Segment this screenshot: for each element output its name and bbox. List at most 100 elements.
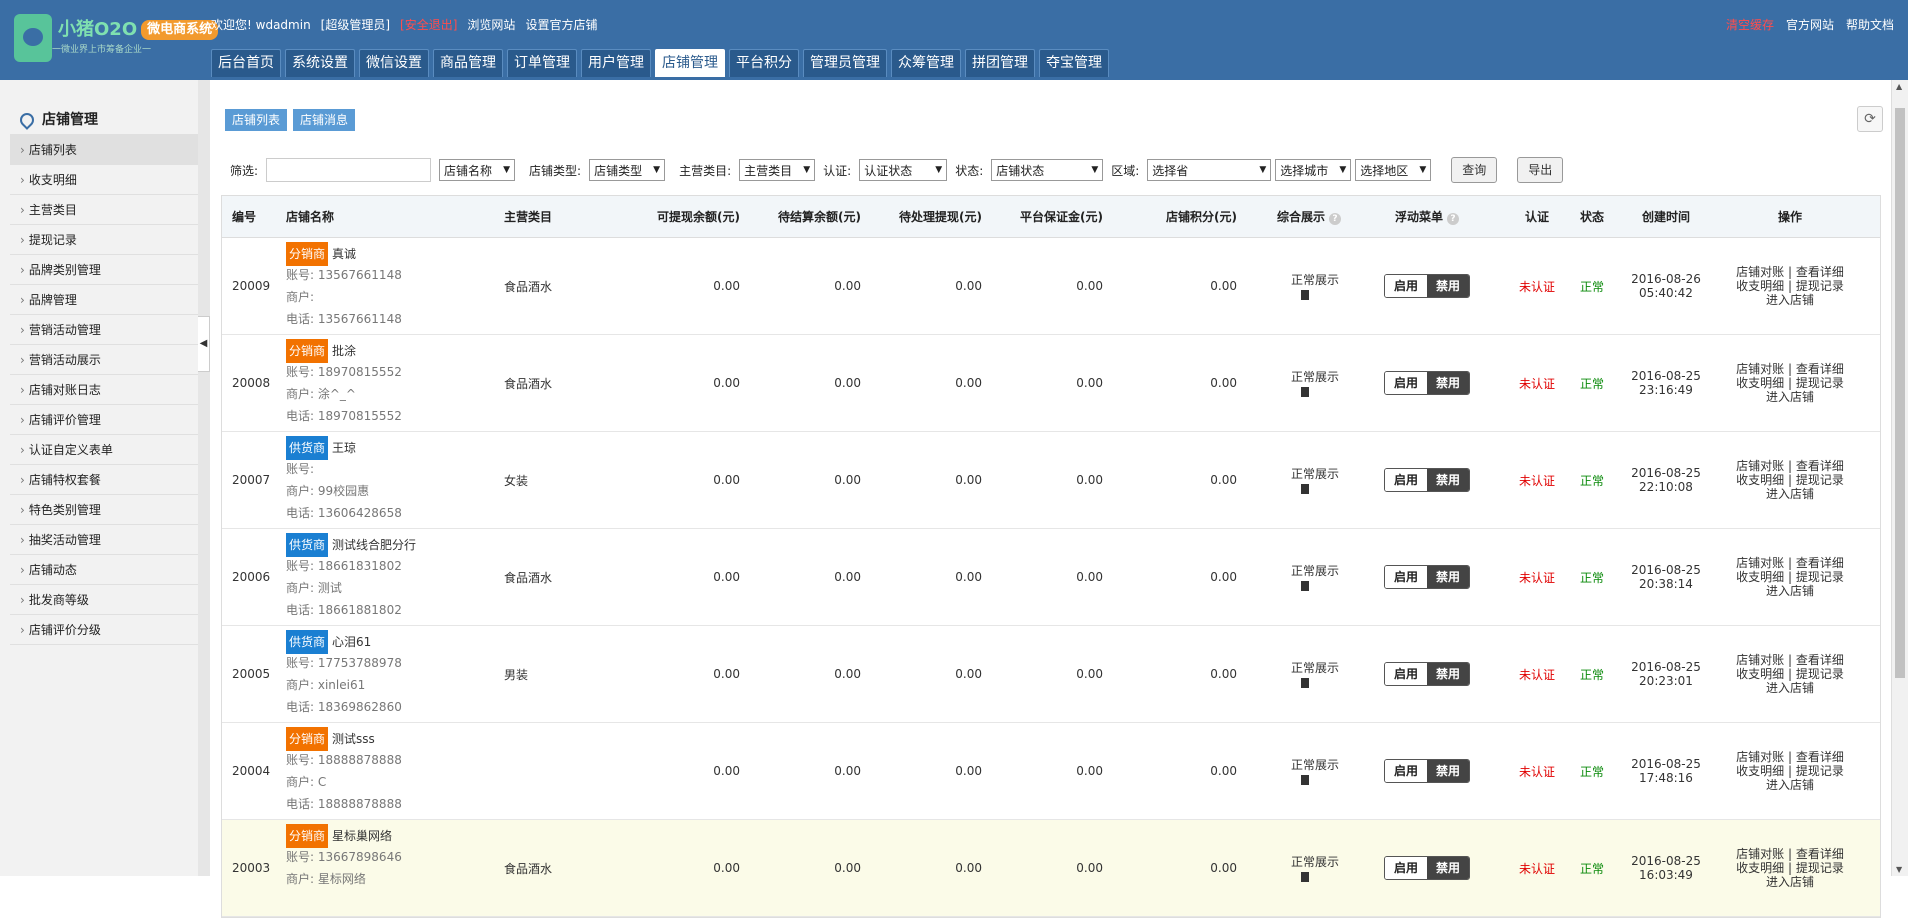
disable-button[interactable]: 禁用 [1427, 275, 1469, 297]
document-icon[interactable] [1301, 484, 1309, 494]
income-withdraw-links[interactable]: 收支明细 | 提现记录 [1715, 764, 1865, 778]
disable-button[interactable]: 禁用 [1427, 566, 1469, 588]
reconcile-detail-links[interactable]: 店铺对账 | 查看详细 [1715, 556, 1865, 570]
document-icon[interactable] [1301, 581, 1309, 591]
enter-store-link[interactable]: 进入店铺 [1715, 390, 1865, 404]
tab-group-buy[interactable]: 拼团管理 [965, 49, 1035, 77]
enable-button[interactable]: 启用 [1385, 663, 1427, 685]
export-button[interactable]: 导出 [1517, 157, 1564, 183]
sidebar-item-store-news[interactable]: › 店铺动态 [10, 555, 198, 585]
help-icon[interactable]: ? [1329, 213, 1342, 225]
tab-home[interactable]: 后台首页 [211, 49, 281, 77]
sidebar-item-main-category[interactable]: › 主营类目 [10, 195, 198, 225]
sidebar-item-marketing[interactable]: › 营销活动管理 [10, 315, 198, 345]
sidebar-item-marketing-display[interactable]: › 营销活动展示 [10, 345, 198, 375]
tab-platform-points[interactable]: 平台积分 [729, 49, 799, 77]
enter-store-link[interactable]: 进入店铺 [1715, 778, 1865, 792]
store-name-select[interactable]: 店铺名称 ▼ [439, 159, 516, 181]
sidebar-item-label: 营销活动展示 [28, 353, 101, 367]
city-select[interactable]: 选择城市 ▼ [1275, 159, 1352, 181]
store-type-select[interactable]: 店铺类型 ▼ [589, 159, 666, 181]
income-withdraw-links[interactable]: 收支明细 | 提现记录 [1715, 279, 1865, 293]
reconcile-detail-links[interactable]: 店铺对账 | 查看详细 [1715, 750, 1865, 764]
tab-admins[interactable]: 管理员管理 [803, 49, 887, 77]
help-icon[interactable]: ? [1447, 213, 1459, 225]
keyword-input[interactable] [266, 158, 432, 182]
sidebar-item-withdraw-records[interactable]: › 提现记录 [10, 225, 198, 255]
store-points: 0.00 [1210, 764, 1237, 778]
enable-button[interactable]: 启用 [1385, 566, 1427, 588]
sidebar-item-brand-category[interactable]: › 品牌类别管理 [10, 255, 198, 285]
sidebar-item-store-list[interactable]: › 店铺列表 [10, 135, 198, 165]
set-official-store-link[interactable]: 设置官方店铺 [525, 16, 597, 33]
reconcile-detail-links[interactable]: 店铺对账 | 查看详细 [1715, 362, 1865, 376]
logout-link[interactable]: [安全退出] [400, 16, 457, 33]
document-icon[interactable] [1301, 678, 1309, 688]
reconcile-detail-links[interactable]: 店铺对账 | 查看详细 [1715, 265, 1865, 279]
clear-cache-link[interactable]: 清空缓存 [1726, 16, 1774, 33]
tab-treasure[interactable]: 夺宝管理 [1039, 49, 1109, 77]
tab-users[interactable]: 用户管理 [581, 49, 651, 77]
scroll-up-icon[interactable]: ▲ [1896, 82, 1902, 91]
help-docs-link[interactable]: 帮助文档 [1846, 16, 1894, 33]
refresh-icon[interactable]: ⟳ [1857, 106, 1883, 132]
collapse-sidebar-icon[interactable]: ◀ [198, 316, 210, 372]
tab-crowdfunding[interactable]: 众筹管理 [891, 49, 961, 77]
tab-orders[interactable]: 订单管理 [507, 49, 577, 77]
platform-deposit: 0.00 [1076, 667, 1103, 681]
enable-button[interactable]: 启用 [1385, 760, 1427, 782]
sidebar-splitter[interactable] [198, 80, 210, 876]
scroll-down-icon[interactable]: ▼ [1896, 865, 1902, 874]
tab-wechat-settings[interactable]: 微信设置 [359, 49, 429, 77]
subtab-store-messages[interactable]: 店铺消息 [293, 109, 356, 131]
document-icon[interactable] [1301, 290, 1309, 300]
sidebar-item-auth-form[interactable]: › 认证自定义表单 [10, 435, 198, 465]
disable-button[interactable]: 禁用 [1427, 372, 1469, 394]
tab-system-settings[interactable]: 系统设置 [285, 49, 355, 77]
enable-button[interactable]: 启用 [1385, 372, 1427, 394]
sidebar-item-review-grade[interactable]: › 店铺评价分级 [10, 615, 198, 645]
query-button[interactable]: 查询 [1451, 157, 1498, 183]
sidebar-item-lottery[interactable]: › 抽奖活动管理 [10, 525, 198, 555]
sidebar-item-reconcile-log[interactable]: › 店铺对账日志 [10, 375, 198, 405]
tab-stores[interactable]: 店铺管理 [655, 49, 725, 77]
browse-site-link[interactable]: 浏览网站 [467, 16, 515, 33]
enable-button[interactable]: 启用 [1385, 469, 1427, 491]
enable-button[interactable]: 启用 [1385, 275, 1427, 297]
enter-store-link[interactable]: 进入店铺 [1715, 293, 1865, 307]
auth-status-select[interactable]: 认证状态 ▼ [859, 159, 948, 181]
sidebar-item-wholesaler-level[interactable]: › 批发商等级 [10, 585, 198, 615]
enter-store-link[interactable]: 进入店铺 [1715, 875, 1865, 889]
income-withdraw-links[interactable]: 收支明细 | 提现记录 [1715, 570, 1865, 584]
enter-store-link[interactable]: 进入店铺 [1715, 487, 1865, 501]
sidebar-item-feature-category[interactable]: › 特色类别管理 [10, 495, 198, 525]
category-select[interactable]: 主营类目 ▼ [739, 159, 816, 181]
income-withdraw-links[interactable]: 收支明细 | 提现记录 [1715, 376, 1865, 390]
subtab-store-list[interactable]: 店铺列表 [225, 109, 288, 131]
sidebar-item-income-expense[interactable]: › 收支明细 [10, 165, 198, 195]
vertical-scrollbar[interactable]: ▲ ▼ [1891, 80, 1908, 876]
scrollbar-thumb[interactable] [1895, 108, 1905, 678]
disable-button[interactable]: 禁用 [1427, 469, 1469, 491]
document-icon[interactable] [1301, 872, 1309, 882]
income-withdraw-links[interactable]: 收支明细 | 提现记录 [1715, 667, 1865, 681]
disable-button[interactable]: 禁用 [1427, 663, 1469, 685]
sidebar-item-privilege-package[interactable]: › 店铺特权套餐 [10, 465, 198, 495]
store-status-select[interactable]: 店铺状态 ▼ [991, 159, 1104, 181]
district-select[interactable]: 选择地区 ▼ [1355, 159, 1432, 181]
official-site-link[interactable]: 官方网站 [1786, 16, 1834, 33]
sidebar-item-reviews[interactable]: › 店铺评价管理 [10, 405, 198, 435]
reconcile-detail-links[interactable]: 店铺对账 | 查看详细 [1715, 847, 1865, 861]
enter-store-link[interactable]: 进入店铺 [1715, 584, 1865, 598]
disable-button[interactable]: 禁用 [1427, 760, 1469, 782]
tab-products[interactable]: 商品管理 [433, 49, 503, 77]
income-withdraw-links[interactable]: 收支明细 | 提现记录 [1715, 861, 1865, 875]
enter-store-link[interactable]: 进入店铺 [1715, 681, 1865, 695]
province-select[interactable]: 选择省 ▼ [1147, 159, 1272, 181]
reconcile-detail-links[interactable]: 店铺对账 | 查看详细 [1715, 653, 1865, 667]
document-icon[interactable] [1301, 775, 1309, 785]
sidebar-item-brand[interactable]: › 品牌管理 [10, 285, 198, 315]
income-withdraw-links[interactable]: 收支明细 | 提现记录 [1715, 473, 1865, 487]
reconcile-detail-links[interactable]: 店铺对账 | 查看详细 [1715, 459, 1865, 473]
document-icon[interactable] [1301, 387, 1309, 397]
